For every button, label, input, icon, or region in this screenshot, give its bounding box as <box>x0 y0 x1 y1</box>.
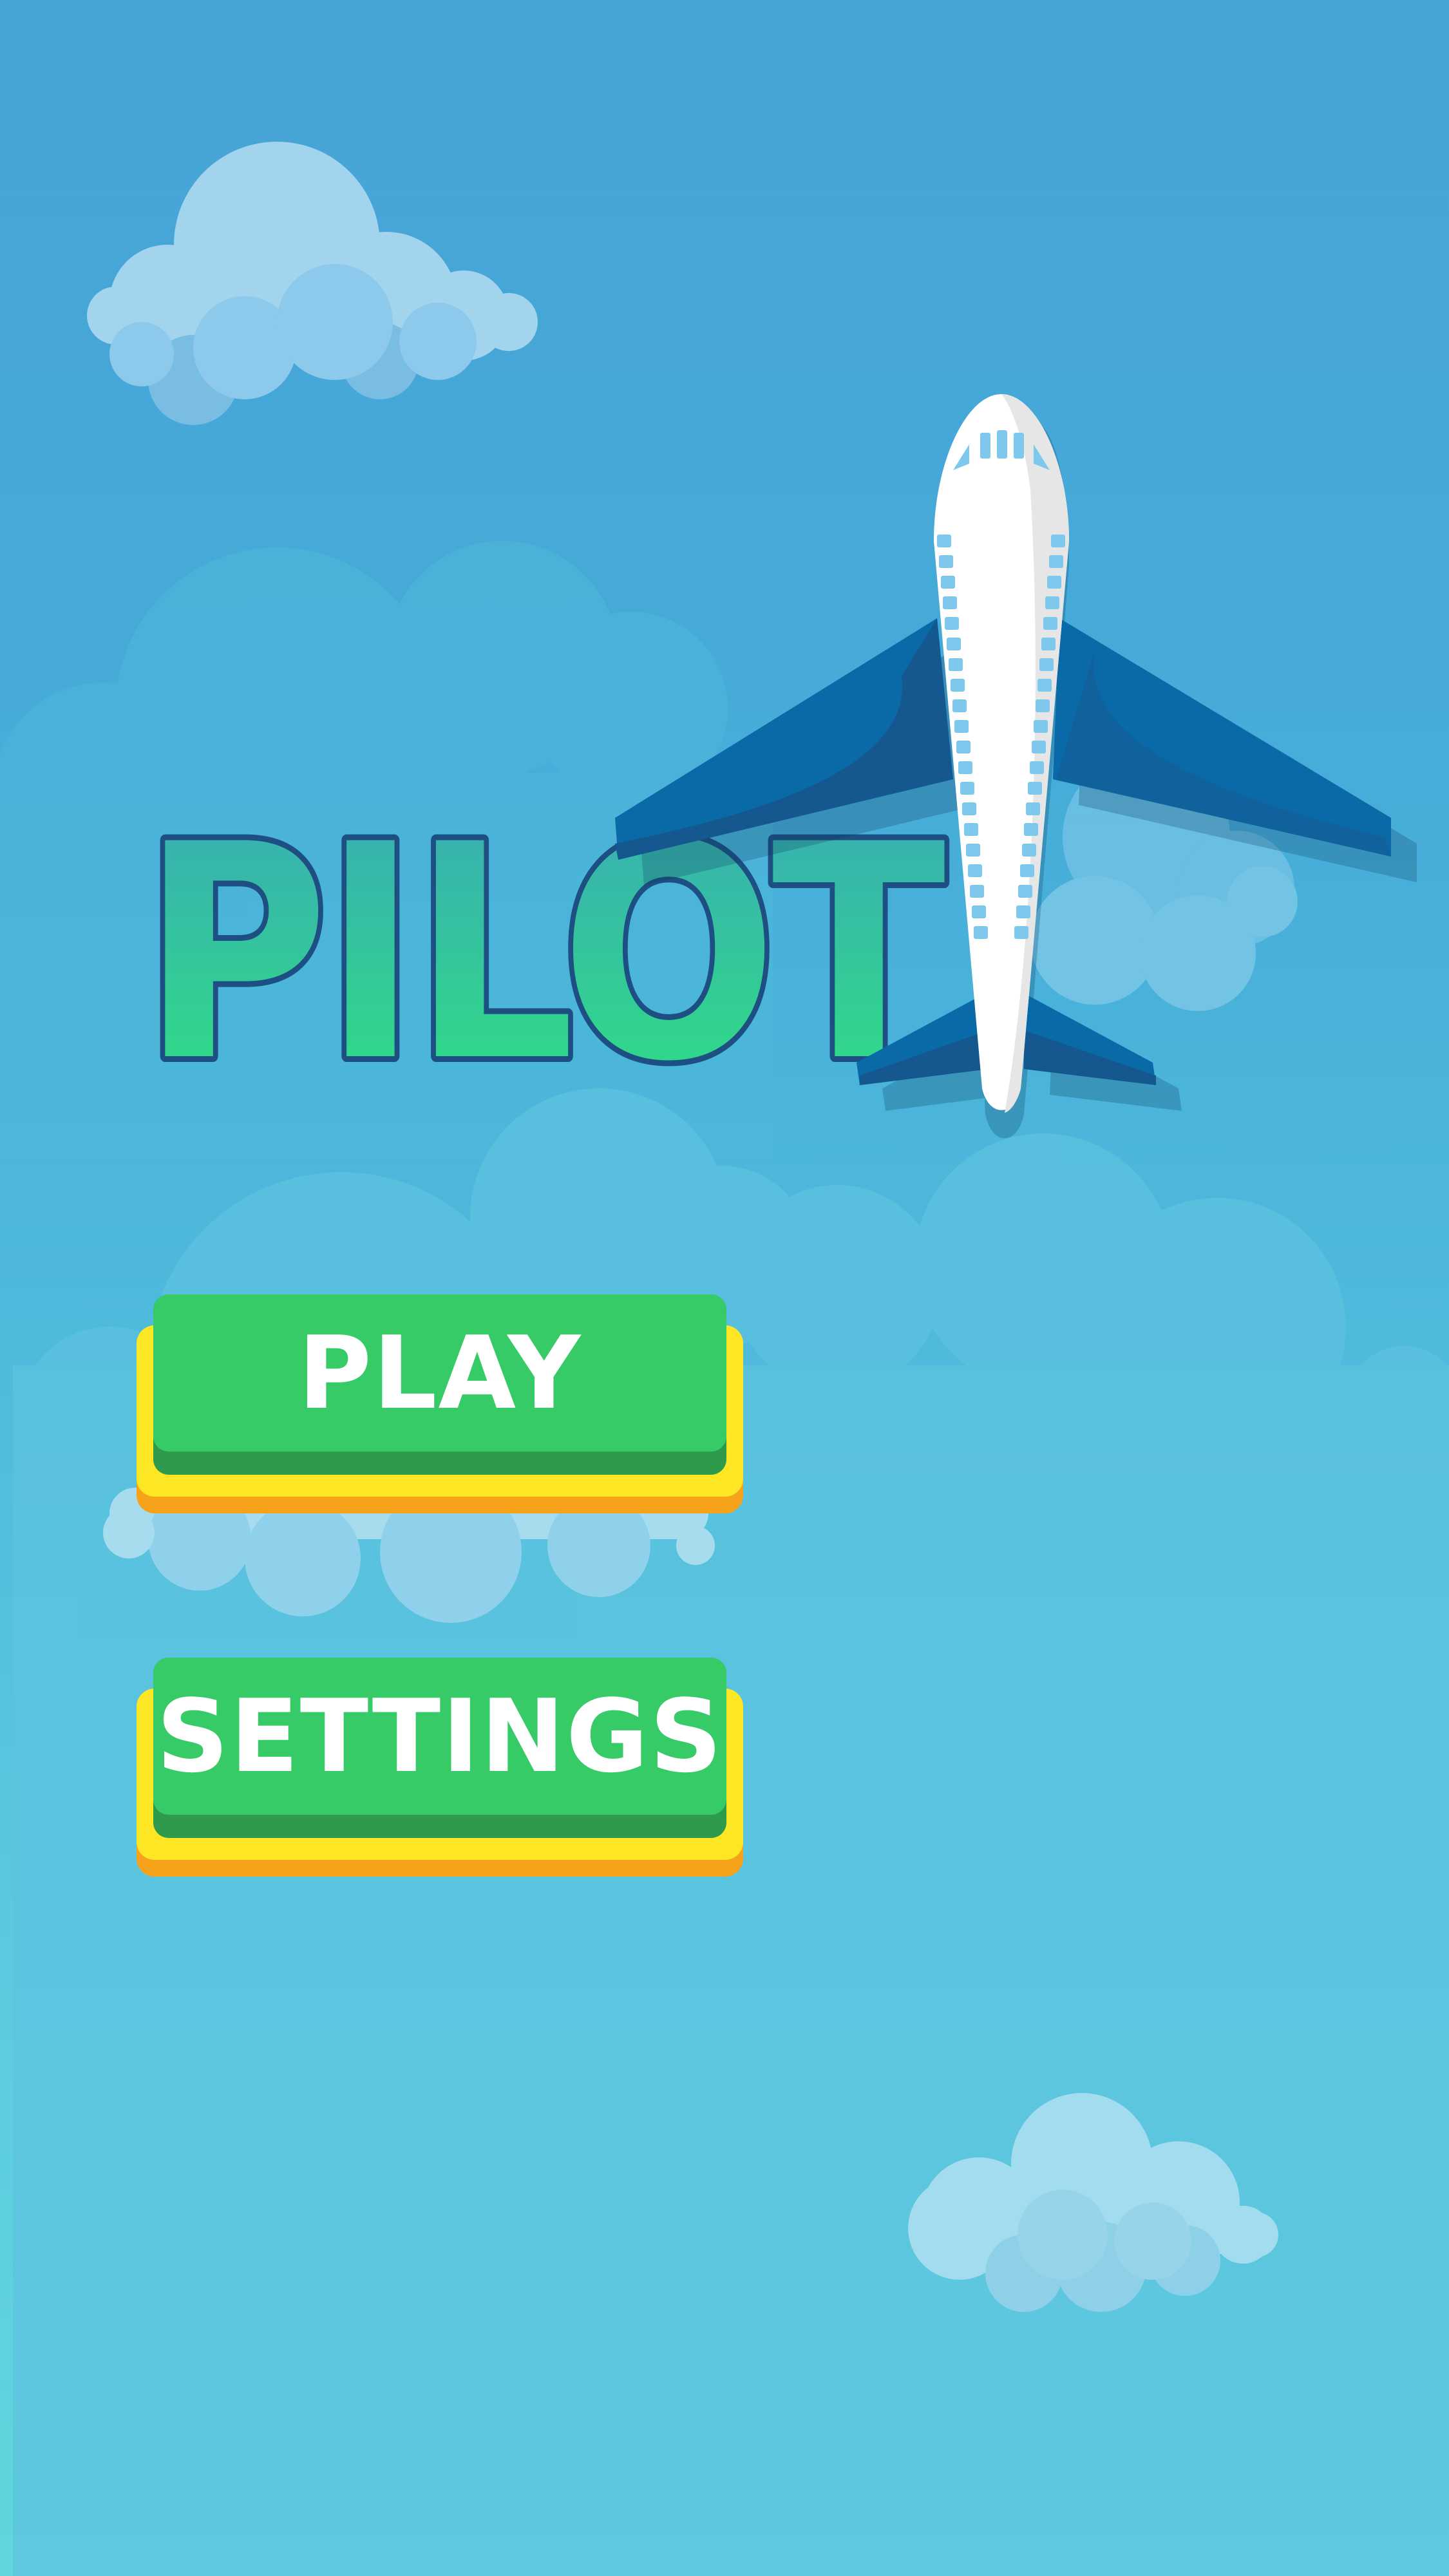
play-button-label: PLAY <box>298 1314 582 1432</box>
airplane-icon <box>615 394 1417 1139</box>
settings-button[interactable]: SETTINGS <box>137 1658 743 1877</box>
main-menu-screen: PILOT PLAY SETTINGS <box>0 0 1449 2576</box>
settings-button-label: SETTINGS <box>156 1678 724 1795</box>
play-button[interactable]: PLAY <box>137 1294 743 1513</box>
